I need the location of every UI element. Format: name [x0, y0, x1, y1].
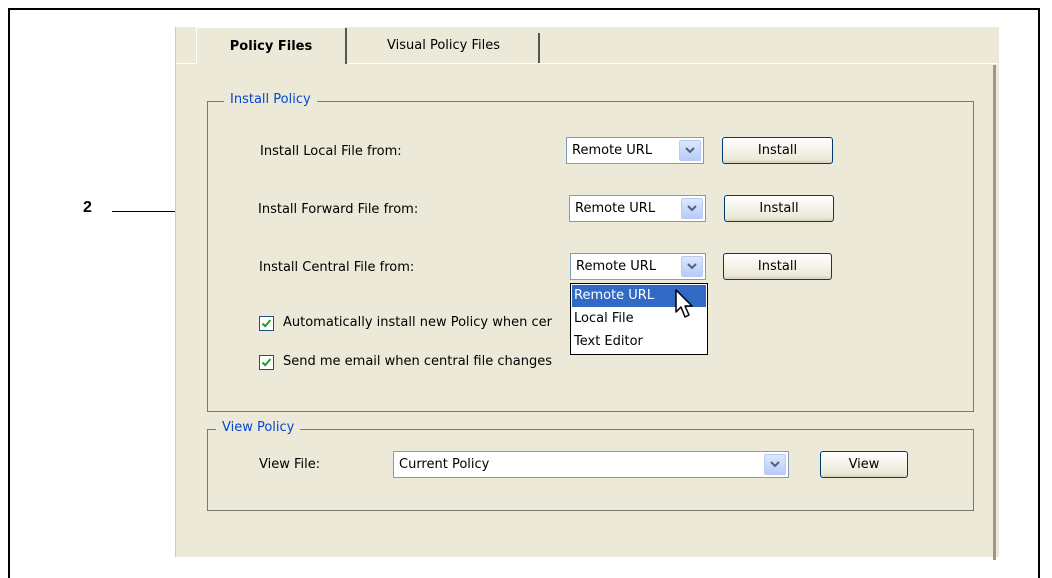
install-forward-select[interactable]: Remote URL	[569, 195, 706, 222]
view-policy-title: View Policy	[216, 420, 301, 435]
view-button[interactable]: View	[820, 451, 908, 478]
chevron-down-icon[interactable]	[681, 198, 703, 219]
install-forward-select-value: Remote URL	[575, 201, 656, 216]
install-central-select[interactable]: Remote URL	[570, 253, 706, 280]
checkmark-icon	[261, 319, 272, 328]
install-forward-button-label: Install	[759, 201, 799, 216]
view-file-select[interactable]: Current Policy	[393, 451, 789, 478]
dialog-right-edge	[993, 65, 996, 560]
checkmark-icon	[261, 358, 272, 367]
view-button-label: View	[848, 457, 880, 472]
install-local-label: Install Local File from:	[260, 144, 402, 159]
chevron-down-icon[interactable]	[764, 454, 786, 475]
view-file-label: View File:	[259, 457, 321, 472]
install-central-label: Install Central File from:	[259, 260, 415, 275]
email-checkbox[interactable]	[259, 355, 274, 370]
install-central-button-label: Install	[757, 259, 798, 274]
install-forward-button[interactable]: Install	[724, 195, 834, 222]
install-local-select[interactable]: Remote URL	[566, 137, 704, 164]
install-central-button[interactable]: Install	[723, 253, 832, 280]
auto-install-label: Automatically install new Policy when ce…	[283, 315, 552, 330]
chevron-down-icon[interactable]	[681, 256, 703, 277]
dropdown-option-text-editor[interactable]: Text Editor	[572, 331, 706, 353]
install-forward-label: Install Forward File from:	[258, 202, 419, 217]
tab-visual-policy-files[interactable]: Visual Policy Files	[347, 27, 540, 63]
install-policy-title: Install Policy	[224, 92, 317, 107]
install-central-select-value: Remote URL	[576, 259, 657, 274]
tab-policy-files[interactable]: Policy Files	[196, 27, 347, 64]
mouse-cursor-icon	[675, 289, 693, 318]
install-local-button[interactable]: Install	[722, 137, 833, 164]
tab-visual-policy-files-label: Visual Policy Files	[387, 37, 500, 53]
install-local-select-value: Remote URL	[572, 143, 653, 158]
view-file-select-value: Current Policy	[399, 457, 490, 472]
auto-install-checkbox[interactable]	[259, 316, 274, 331]
chevron-down-icon[interactable]	[679, 140, 701, 161]
install-local-button-label: Install	[757, 143, 798, 158]
tab-policy-files-label: Policy Files	[229, 38, 313, 54]
email-label: Send me email when central file changes	[283, 354, 552, 369]
callout-number: 2	[83, 199, 92, 216]
